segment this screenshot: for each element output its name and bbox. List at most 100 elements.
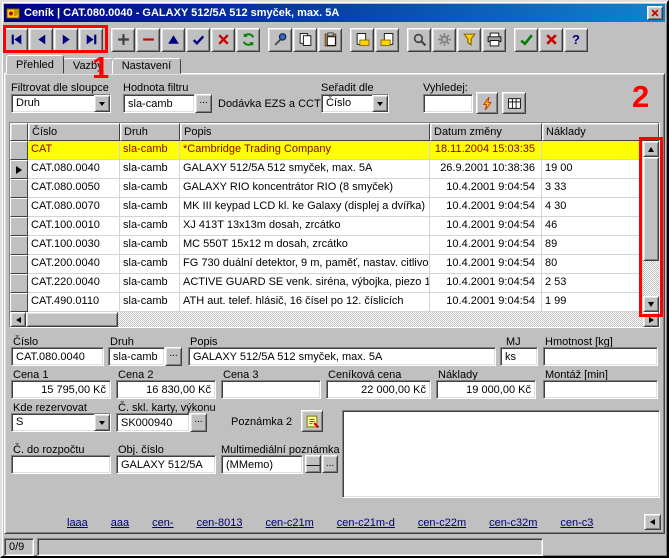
bottom-tab[interactable]: cen-c22m [418,517,466,529]
horizontal-scroll-track[interactable] [118,312,643,327]
close-button[interactable] [647,6,663,20]
bottom-tab[interactable]: cen- [152,517,173,529]
copy-button[interactable] [293,28,317,52]
last-record-button[interactable] [79,28,103,52]
rozpocet-field[interactable] [11,455,111,474]
filter-button[interactable] [457,28,481,52]
filter-value-ellipsis-button[interactable]: ... [195,94,212,113]
prior-record-button[interactable] [29,28,53,52]
scroll-right-button[interactable] [643,312,659,327]
cislo-field[interactable] [11,347,104,366]
scroll-left-icon [16,317,21,323]
druh-ellipsis-button[interactable]: ... [165,347,182,366]
skl-karty-ellipsis-button[interactable]: ... [190,413,207,432]
cenikova-field[interactable] [326,380,431,399]
vertical-scrollbar[interactable] [643,141,659,312]
column-header-druh[interactable]: Druh [120,123,180,141]
cena2-field[interactable] [116,380,216,399]
column-header-cislo[interactable]: Číslo [28,123,120,141]
post-edit-button[interactable] [186,28,210,52]
copy-record-button[interactable] [350,28,374,52]
montaz-field[interactable] [543,380,658,399]
bottom-tab[interactable]: cen-c21m-d [337,517,395,529]
mm-minus-button[interactable]: — [305,455,321,473]
popis-field[interactable] [188,347,496,366]
naklady-field[interactable] [436,380,536,399]
mm-ellipsis-button[interactable]: ... [322,455,338,473]
poznamka2-memo[interactable] [342,410,660,498]
table-row[interactable]: CAT sla-camb *Cambridge Trading Company … [10,141,643,160]
skl-karty-field[interactable] [116,413,190,432]
cena1-field[interactable] [11,380,111,399]
close-toolbar-button[interactable] [539,28,563,52]
tab-prehled[interactable]: Přehled [6,55,64,74]
table-row[interactable]: CAT.080.0050 sla-camb GALAXY RIO koncent… [10,179,643,198]
scroll-up-button[interactable] [643,141,659,157]
search-input[interactable] [423,94,473,113]
column-header-popis[interactable]: Popis [180,123,430,141]
chevron-down-icon[interactable] [372,95,388,112]
tab-vazby[interactable]: Vazby [63,58,113,74]
browse-button[interactable] [502,92,526,114]
scroll-down-button[interactable] [643,296,659,312]
edit-record-button[interactable] [161,28,185,52]
druh-field[interactable] [108,347,165,366]
table-row[interactable]: CAT.220.0040 sla-camb ACTIVE GUARD SE ve… [10,274,643,293]
paste-button[interactable] [318,28,342,52]
tab-nastaveni[interactable]: Nastavení [112,58,182,74]
bottom-tab[interactable]: aaa [111,517,129,529]
bottom-tab[interactable]: cen-8013 [197,517,243,529]
next-record-button[interactable] [54,28,78,52]
question-icon: ? [572,32,580,47]
filter-value-input[interactable] [123,94,195,113]
column-header-naklady[interactable]: Náklady [542,123,659,141]
bottom-tab[interactable]: cen-c21m [265,517,313,529]
pin-button[interactable] [268,28,292,52]
chevron-down-icon[interactable] [94,414,110,431]
table-row[interactable]: CAT.080.0040 sla-camb GALAXY 512/5A 512 … [10,160,643,179]
chevron-down-icon[interactable] [94,95,110,112]
sort-value: Číslo [322,95,372,112]
bottom-tab[interactable]: cen-c3 [560,517,593,529]
bottom-tabs-scroll-left-button[interactable] [644,514,661,530]
cena3-field[interactable] [221,380,321,399]
table-icon [507,96,522,111]
table-row[interactable]: CAT.100.0030 sla-camb MC 550T 15x12 m do… [10,236,643,255]
lightning-icon [480,96,495,111]
table-row[interactable]: CAT.490.0110 sla-camb ATH aut. telef. hl… [10,293,643,312]
mj-field[interactable] [500,347,538,366]
vertical-scroll-thumb[interactable] [643,157,659,261]
bottom-tab[interactable]: laaa [67,517,88,529]
refresh-button[interactable] [236,28,260,52]
scroll-left-button[interactable] [10,312,26,327]
search-button[interactable] [407,28,431,52]
horizontal-scroll-thumb[interactable] [26,312,118,327]
page-prehled: Filtrovat dle sloupce Druh Hodnota filtr… [4,73,665,534]
table-row[interactable]: CAT.080.0070 sla-camb MK III keypad LCD … [10,198,643,217]
sort-select[interactable]: Číslo [321,94,389,113]
cancel-edit-button[interactable] [211,28,235,52]
settings-button[interactable] [432,28,456,52]
column-header-datum[interactable]: Datum změny [430,123,542,141]
mm-poznamka-field[interactable] [221,455,303,474]
print-button[interactable] [482,28,506,52]
confirm-button[interactable] [514,28,538,52]
first-record-button[interactable] [4,28,28,52]
bottom-tab[interactable]: cen-c32m [489,517,537,529]
paste-record-button[interactable] [375,28,399,52]
kde-rezervovat-select[interactable]: S [11,413,111,432]
hmotnost-field[interactable] [543,347,658,366]
poznamka2-note-button[interactable] [301,410,323,432]
table-row[interactable]: CAT.200.0040 sla-camb FG 730 duální dete… [10,255,643,274]
horizontal-scrollbar[interactable] [10,312,659,327]
title-bar[interactable]: Ceník | CAT.080.0040 - GALAXY 512/5A 512… [4,4,665,22]
table-row[interactable]: CAT.100.0010 sla-camb XJ 413T 13x13m dos… [10,217,643,236]
delete-record-button[interactable] [136,28,160,52]
filter-column-select[interactable]: Druh [11,94,111,113]
obj-cislo-field[interactable] [116,455,216,474]
vertical-scroll-track[interactable] [643,261,659,296]
help-button[interactable]: ? [564,28,588,52]
search-execute-button[interactable] [476,92,498,114]
cell-naklady: 2 53 [542,274,643,293]
insert-record-button[interactable] [111,28,135,52]
